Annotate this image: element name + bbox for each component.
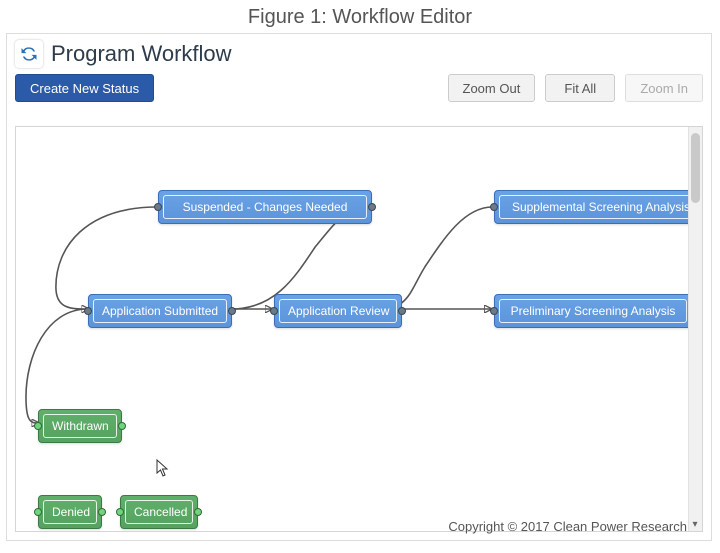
app-frame: Program Workflow Create New Status Zoom …: [6, 33, 712, 541]
node-review[interactable]: Application Review: [274, 294, 402, 328]
node-label: Cancelled: [125, 500, 193, 524]
port-out[interactable]: [398, 307, 406, 315]
node-label: Suspended - Changes Needed: [163, 195, 367, 219]
node-denied[interactable]: Denied: [38, 495, 102, 529]
node-suspended[interactable]: Suspended - Changes Needed: [158, 190, 372, 224]
vertical-scrollbar[interactable]: ▾: [688, 127, 702, 531]
port-out[interactable]: [228, 307, 236, 315]
node-supplemental[interactable]: Supplemental Screening Analysis: [494, 190, 702, 224]
edges-layer: [16, 127, 702, 531]
scrollbar-thumb[interactable]: [691, 133, 700, 203]
port-in[interactable]: [116, 508, 124, 516]
page-title: Program Workflow: [51, 41, 232, 67]
node-label: Preliminary Screening Analysis: [499, 299, 687, 323]
port-in[interactable]: [490, 203, 498, 211]
zoom-out-button[interactable]: Zoom Out: [448, 74, 536, 102]
node-label: Denied: [43, 500, 97, 524]
port-in[interactable]: [154, 203, 162, 211]
node-label: Supplemental Screening Analysis: [499, 195, 702, 219]
zoom-in-button: Zoom In: [625, 74, 703, 102]
port-in[interactable]: [34, 422, 42, 430]
port-out[interactable]: [368, 203, 376, 211]
figure-caption: Figure 1: Workflow Editor: [0, 0, 720, 33]
node-label: Withdrawn: [43, 414, 117, 438]
refresh-icon: [15, 40, 43, 68]
workflow-canvas[interactable]: Suspended - Changes Needed Supplemental …: [16, 127, 702, 531]
node-label: Application Submitted: [93, 299, 227, 323]
port-out[interactable]: [194, 508, 202, 516]
port-in[interactable]: [84, 307, 92, 315]
toolbar: Create New Status Zoom Out Fit All Zoom …: [7, 70, 711, 110]
node-cancelled[interactable]: Cancelled: [120, 495, 198, 529]
port-out[interactable]: [118, 422, 126, 430]
canvas-wrap: Suspended - Changes Needed Supplemental …: [15, 126, 703, 532]
port-in[interactable]: [490, 307, 498, 315]
node-submitted[interactable]: Application Submitted: [88, 294, 232, 328]
port-out[interactable]: [98, 508, 106, 516]
copyright-text: Copyright © 2017 Clean Power Research: [448, 519, 687, 534]
node-withdrawn[interactable]: Withdrawn: [38, 409, 122, 443]
create-new-status-button[interactable]: Create New Status: [15, 74, 154, 102]
mouse-cursor-icon: [156, 459, 170, 477]
fit-all-button[interactable]: Fit All: [545, 74, 615, 102]
port-in[interactable]: [34, 508, 42, 516]
node-preliminary[interactable]: Preliminary Screening Analysis: [494, 294, 692, 328]
chevron-down-icon[interactable]: ▾: [690, 519, 700, 529]
node-label: Application Review: [279, 299, 397, 323]
port-in[interactable]: [270, 307, 278, 315]
header: Program Workflow: [7, 34, 711, 70]
